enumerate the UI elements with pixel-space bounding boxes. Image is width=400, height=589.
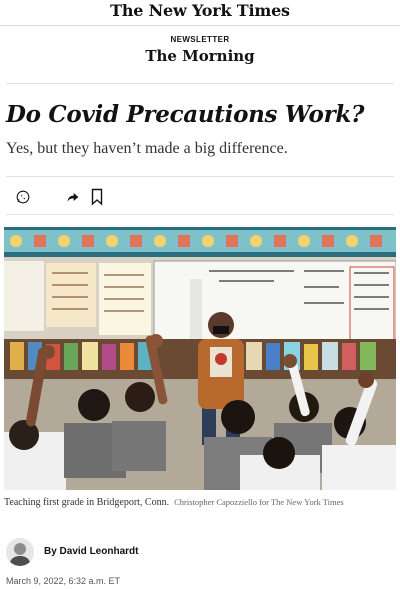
classroom-photo [4,227,396,490]
toolbar-divider [6,214,394,215]
newsletter-name[interactable]: The Morning [0,47,400,65]
share-arrow-icon [65,189,81,210]
masthead: The New York Times [0,0,400,26]
author-name[interactable]: By David Leonhardt [44,546,138,557]
caption-text: Teaching first grade in Bridgeport, Conn… [4,497,170,508]
whatsapp-icon [16,190,30,209]
save-article-button[interactable] [86,188,108,210]
share-button[interactable] [62,188,84,210]
publish-date: March 9, 2022, 6:32 a.m. ET [6,576,121,586]
lead-photo [4,227,396,490]
bookmark-icon [91,188,103,211]
masthead-divider [0,25,400,26]
summary-divider [6,176,394,177]
section-divider [6,83,394,84]
byline: By David Leonhardt [6,538,394,570]
photo-credit: Christopher Capozziello for The New York… [174,497,344,507]
author-avatar[interactable] [6,538,34,566]
nyt-logo[interactable]: The New York Times [0,0,400,22]
photo-caption: Teaching first grade in Bridgeport, Conn… [4,497,396,508]
whatsapp-share-button[interactable] [12,188,34,210]
article-headline: Do Covid Precautions Work? [6,101,365,128]
share-toolbar [6,188,394,212]
article-summary: Yes, but they haven’t made a big differe… [6,140,288,157]
newsletter-label: NEWSLETTER [170,35,230,44]
